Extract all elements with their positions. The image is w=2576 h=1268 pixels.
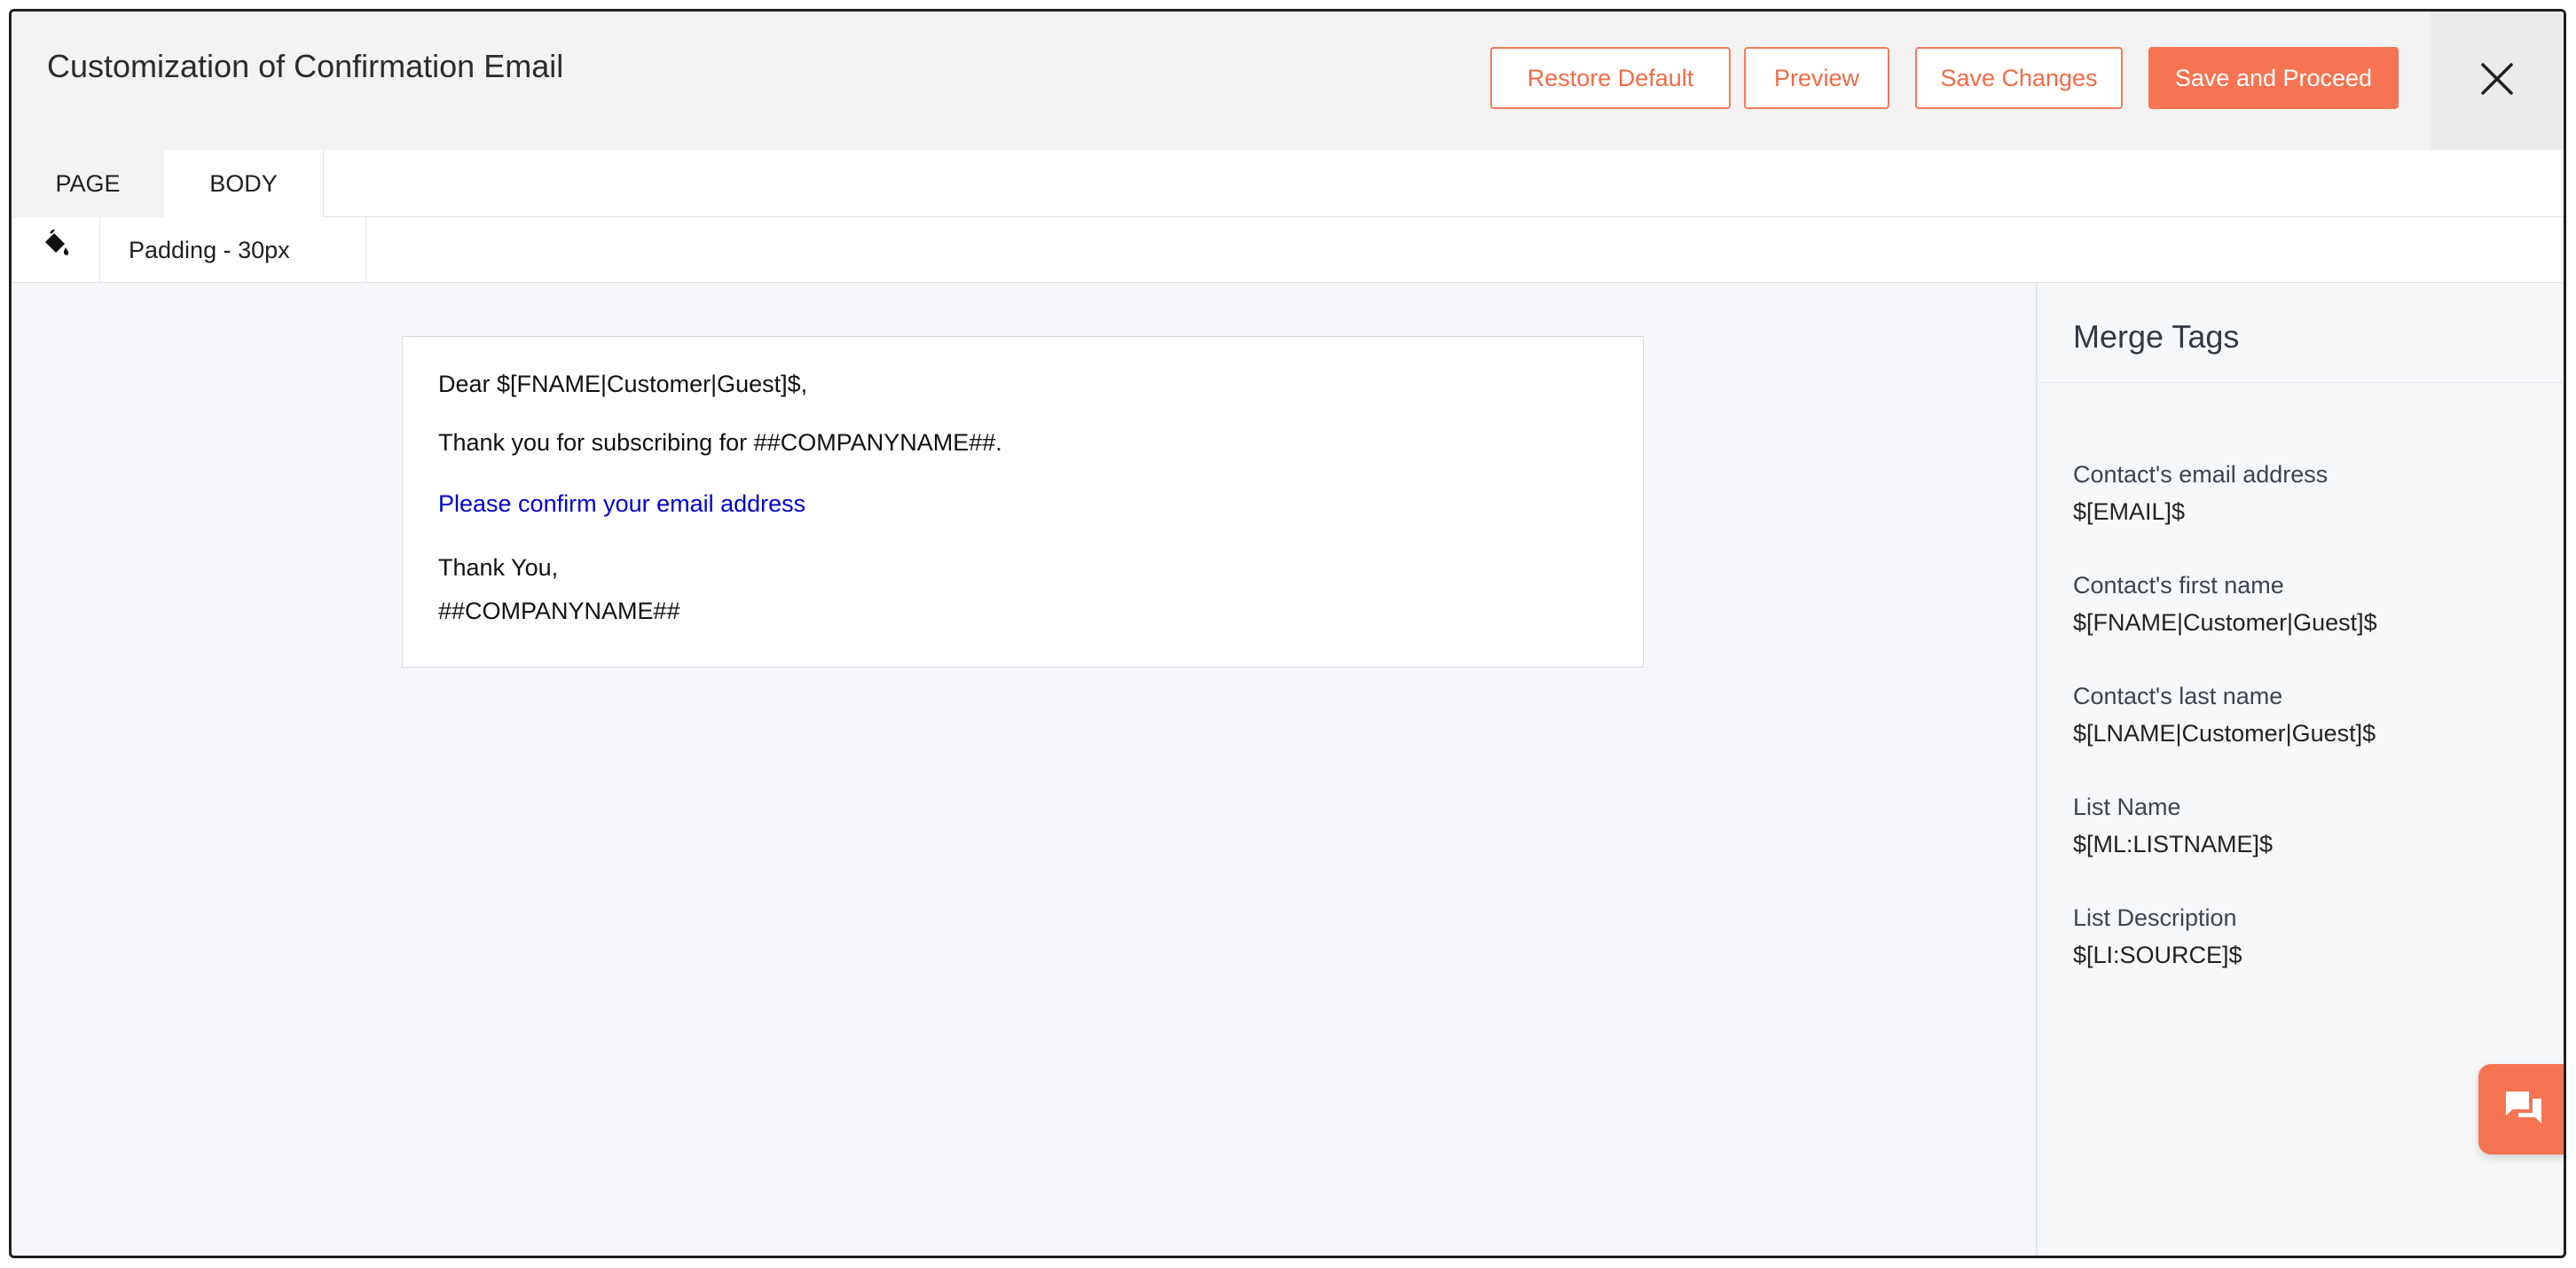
header-bar: Customization of Confirmation Email Rest… [12, 12, 2564, 150]
merge-tag-label: List Description [2073, 904, 2237, 931]
tab-body[interactable]: BODY [164, 150, 324, 217]
email-company-name: ##COMPANYNAME## [438, 598, 680, 624]
page-title: Customization of Confirmation Email [47, 48, 564, 84]
email-greeting: Dear $[FNAME|Customer|Guest]$, [438, 371, 808, 397]
email-canvas: Dear $[FNAME|Customer|Guest]$, Thank you… [12, 283, 2036, 1256]
save-changes-button[interactable]: Save Changes [1915, 47, 2123, 109]
merge-tag-item: List Description $[LI:SOURCE]$ [2073, 904, 2242, 970]
merge-tag-label: Contact's email address [2073, 461, 2329, 488]
close-icon [2480, 62, 2514, 100]
tab-page[interactable]: PAGE [12, 150, 164, 217]
merge-tag-label: Contact's first name [2073, 572, 2284, 599]
merge-tag-value[interactable]: $[LNAME|Customer|Guest]$ [2073, 719, 2376, 747]
merge-tag-label: Contact's last name [2073, 683, 2283, 709]
chat-icon [2502, 1086, 2545, 1133]
email-thanks-line: Thank you for subscribing for ##COMPANYN… [438, 429, 1002, 456]
merge-tag-value[interactable]: $[EMAIL]$ [2073, 497, 2328, 526]
paint-bucket-icon [42, 228, 70, 262]
merge-tag-value[interactable]: $[FNAME|Customer|Guest]$ [2073, 608, 2377, 637]
preview-button[interactable]: Preview [1744, 47, 1889, 109]
style-toolbar: Padding - 30px [12, 217, 2564, 283]
save-and-proceed-button[interactable]: Save and Proceed [2148, 47, 2399, 109]
merge-tag-item: Contact's first name $[FNAME|Customer|Gu… [2073, 571, 2377, 638]
merge-tags-title: Merge Tags [2073, 318, 2240, 355]
merge-tags-divider [2038, 382, 2564, 383]
tab-bar: PAGE BODY [12, 150, 2564, 217]
merge-tag-value[interactable]: $[LI:SOURCE]$ [2073, 941, 2242, 969]
padding-control[interactable]: Padding - 30px [100, 217, 366, 283]
background-color-button[interactable] [12, 217, 100, 283]
email-signoff: Thank You, [438, 554, 559, 581]
app-window: Customization of Confirmation Email Rest… [9, 9, 2566, 1258]
merge-tag-item: Contact's email address $[EMAIL]$ [2073, 460, 2328, 527]
restore-default-button[interactable]: Restore Default [1490, 47, 1731, 109]
merge-tag-value[interactable]: $[ML:LISTNAME]$ [2073, 830, 2273, 858]
merge-tag-item: List Name $[ML:LISTNAME]$ [2073, 793, 2273, 859]
chat-widget-button[interactable] [2478, 1064, 2564, 1155]
close-button[interactable] [2431, 12, 2564, 150]
email-preview-card[interactable]: Dear $[FNAME|Customer|Guest]$, Thank you… [402, 336, 1644, 668]
merge-tag-item: Contact's last name $[LNAME|Customer|Gue… [2073, 682, 2376, 748]
confirm-email-link[interactable]: Please confirm your email address [438, 489, 805, 520]
merge-tag-label: List Name [2073, 794, 2181, 820]
